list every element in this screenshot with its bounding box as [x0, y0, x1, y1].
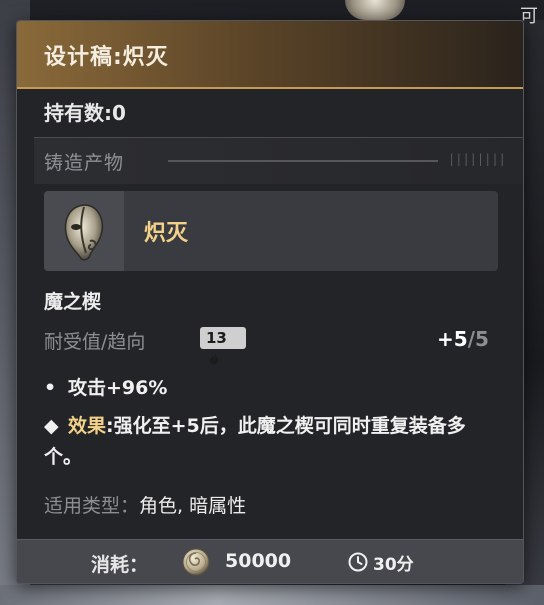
- cost-label: 消耗：: [91, 554, 149, 576]
- flame-icon: [209, 353, 219, 365]
- product-item-row[interactable]: 炽灭: [44, 191, 498, 271]
- effect-label: 效果: [68, 415, 107, 437]
- mask-icon: [64, 204, 104, 261]
- effect-text: :强化至+5后，此魔之楔可同时重复装备多个。: [44, 415, 466, 468]
- durability-max: /5: [467, 327, 489, 351]
- durability-badge-value: 13: [206, 329, 227, 347]
- section-divider: [168, 160, 438, 162]
- stat-row-attack: • 攻击+96%: [44, 373, 167, 400]
- durability-value: +5/5: [437, 327, 489, 351]
- owned-count: 持有数:0: [44, 101, 126, 125]
- title-bar: 设计稿:炽灭: [17, 21, 523, 89]
- background-scene-top: [290, 0, 544, 20]
- stat-row-effect: ◆ 效果:强化至+5后，此魔之楔可同时重复装备多个。: [44, 411, 484, 473]
- section-decoration: ||||||||: [448, 152, 506, 166]
- applicable-types: 适用类型：角色, 暗属性: [44, 491, 246, 518]
- time-value: 30分: [373, 555, 414, 575]
- cost-footer: 消耗： 50000 30分: [17, 539, 523, 583]
- section-title: 铸造产物: [44, 152, 125, 174]
- card-title: 设计稿:炽灭: [44, 45, 169, 70]
- bullet-dot-icon: •: [44, 377, 57, 399]
- blueprint-tooltip-card: 设计稿:炽灭 持有数:0 铸造产物 |||||||| 炽灭 魔之楔 耐受值/趋向…: [16, 20, 524, 584]
- applicable-label: 适用类型：: [44, 495, 140, 517]
- cost-value: 50000: [225, 550, 292, 572]
- bullet-diamond-icon: ◆: [44, 415, 59, 437]
- coin-icon: [182, 548, 210, 576]
- applicable-value: 角色, 暗属性: [139, 495, 247, 517]
- stat-text: 攻击+96%: [68, 377, 168, 399]
- durability-badge: 13: [200, 327, 246, 365]
- section-header-forge-output: 铸造产物 ||||||||: [34, 137, 523, 184]
- product-icon-frame: [44, 191, 124, 271]
- clock-icon: [348, 552, 368, 572]
- background-scene-bottom: [0, 585, 544, 605]
- item-type-name: 魔之楔: [44, 291, 102, 313]
- product-name: 炽灭: [144, 221, 189, 246]
- durability-label: 耐受值/趋向: [44, 331, 146, 353]
- durability-current: +5: [437, 327, 468, 351]
